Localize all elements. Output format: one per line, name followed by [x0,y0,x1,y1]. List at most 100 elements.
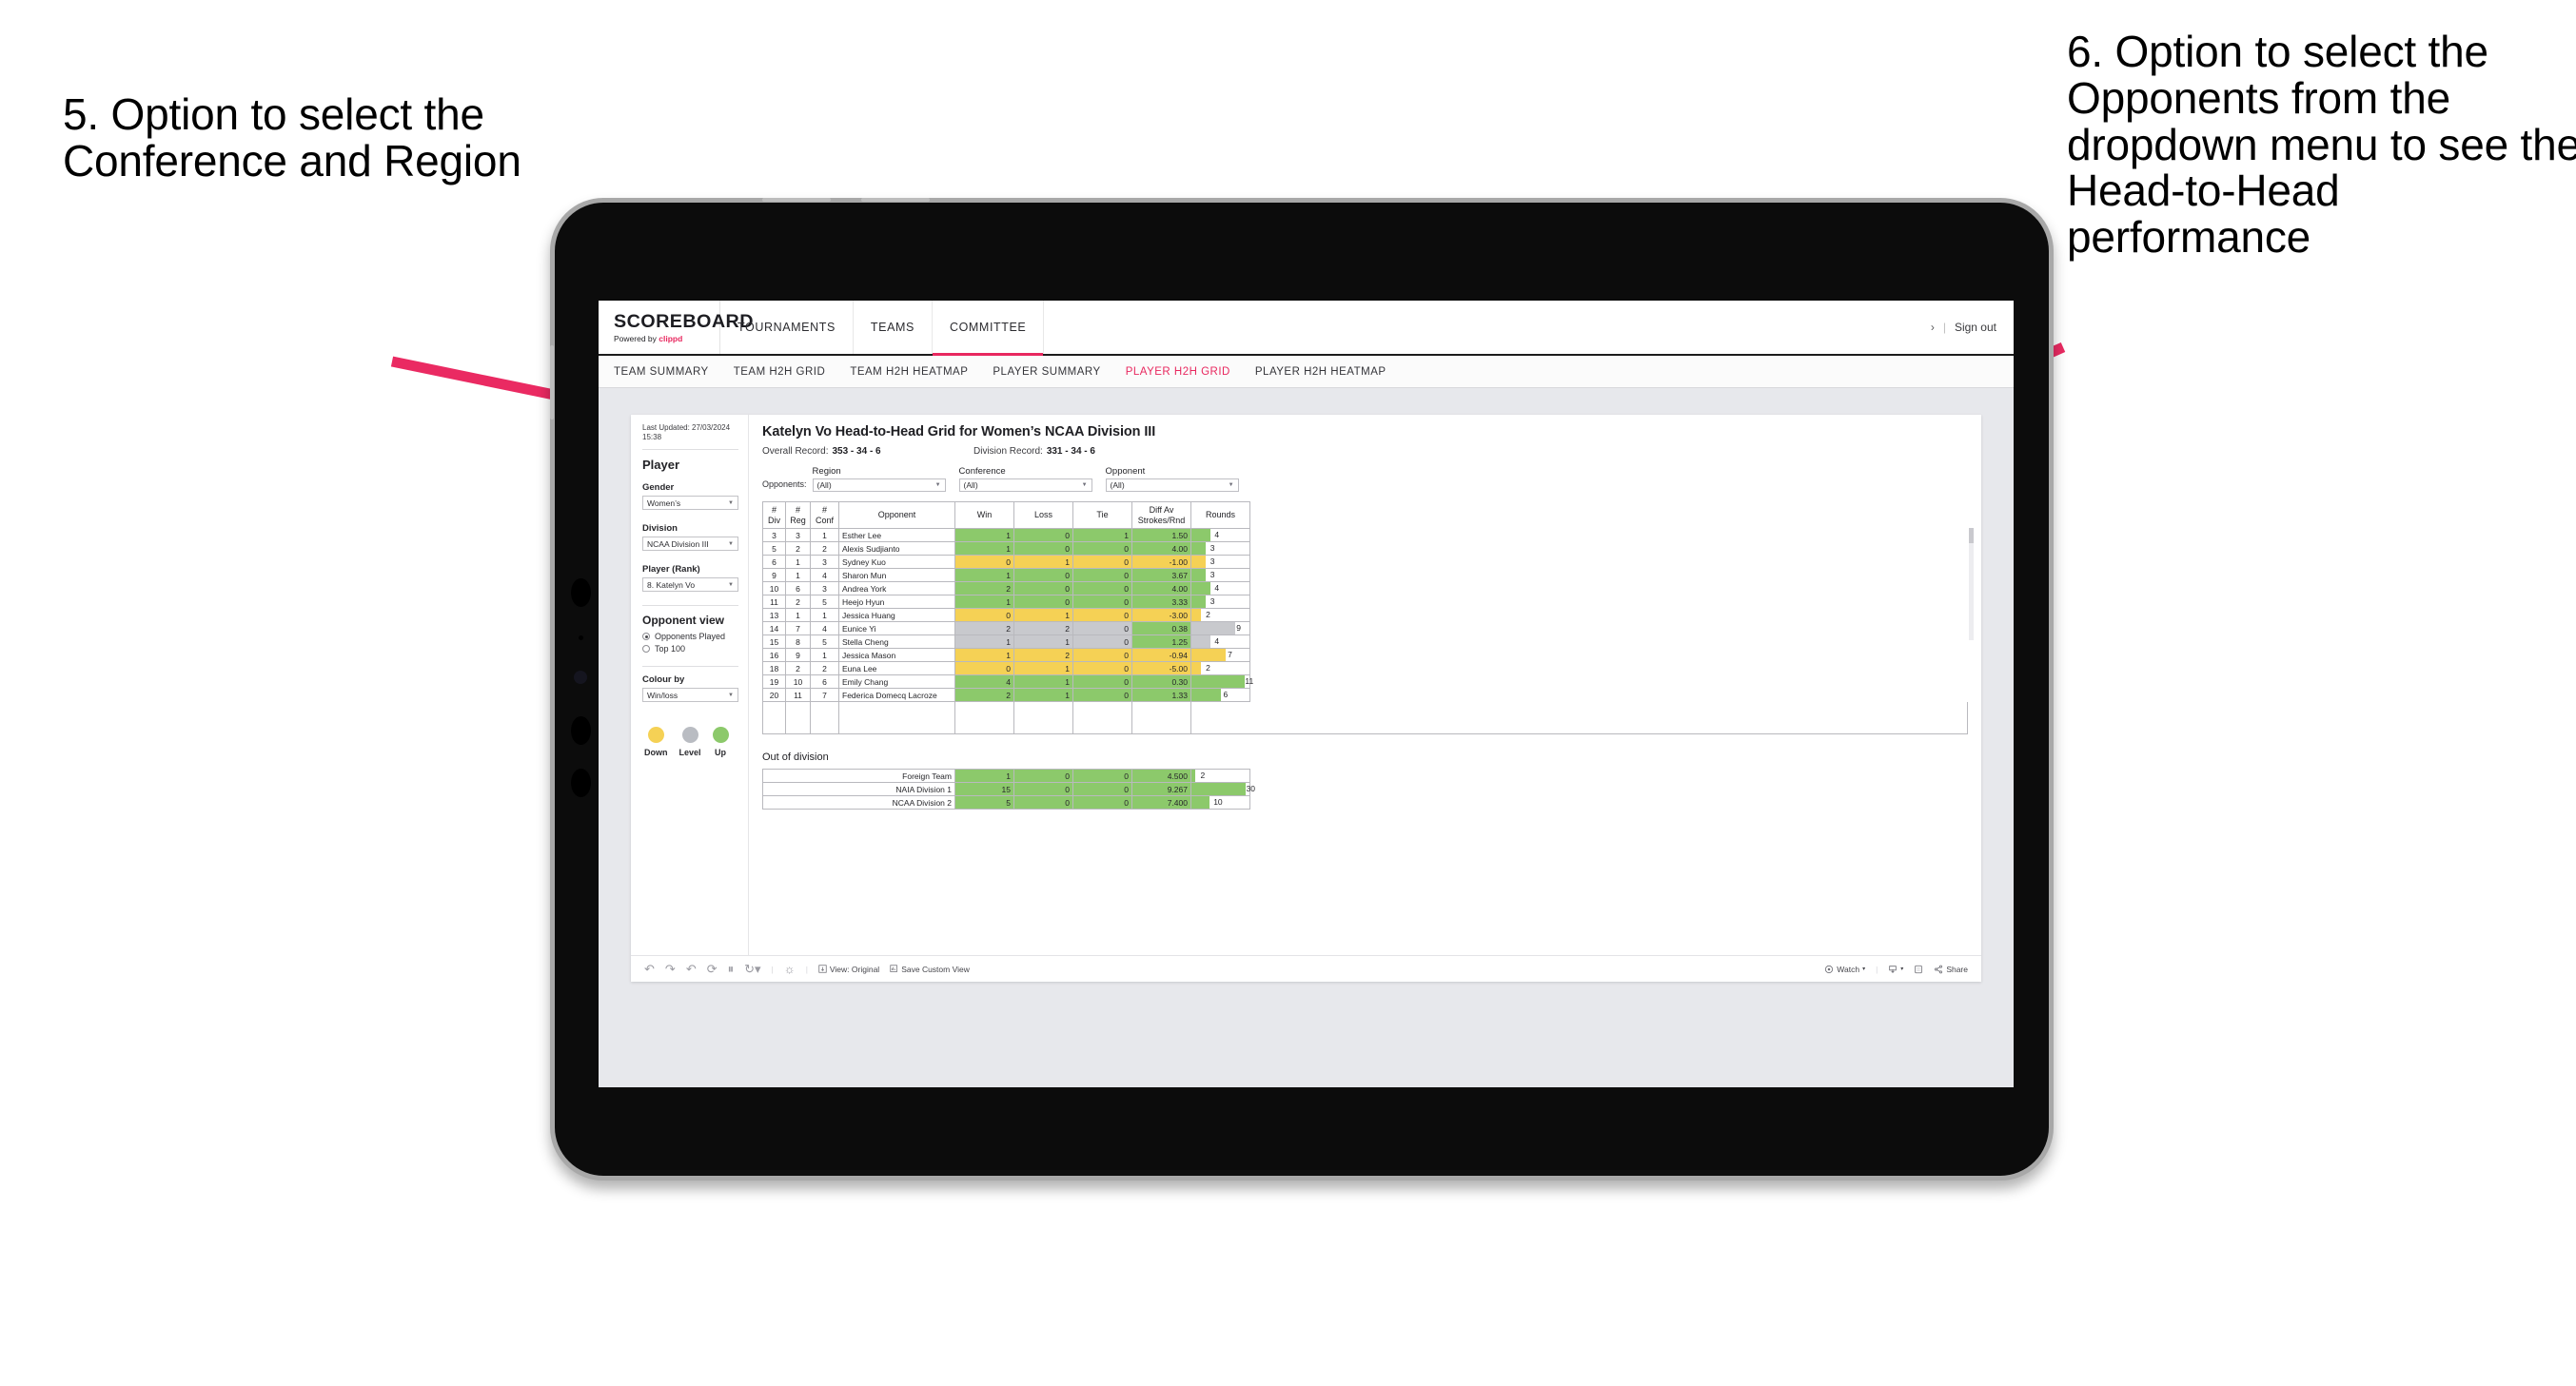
redo-icon[interactable]: ↷ [665,963,676,975]
cell-tie: 0 [1072,688,1132,702]
radio-top-100[interactable]: Top 100 [642,644,738,654]
division-record: Division Record: 331 - 34 - 6 [973,446,1095,457]
fullscreen-button[interactable] [1914,965,1923,974]
chevron-down-icon: ▼ [1228,482,1234,488]
blank-cell [1132,702,1191,733]
share-label: Share [1946,964,1968,974]
table-row[interactable]: 19 10 6 Emily Chang 4 1 0 0.30 11 [762,674,1253,689]
volume-button[interactable] [762,198,831,202]
filter-conference: Conference (All) ▼ [958,466,1092,492]
share-button[interactable]: Share [1934,965,1968,974]
chevron-down-icon: ▼ [728,692,734,698]
world-icon[interactable]: ☼ [784,963,796,975]
table-row[interactable]: 6 1 3 Sydney Kuo 0 1 0 -1.00 3 [762,555,1250,569]
table-row[interactable]: Foreign Team 1 0 0 4.500 2 [762,769,1250,783]
player-rank-label: Player (Rank) [642,564,700,575]
cell-opponent: Jessica Mason [838,648,955,662]
cell-diff: -0.94 [1131,648,1191,662]
cell-rounds: 4 [1190,528,1250,542]
download-button[interactable]: ▾ [1888,965,1903,974]
cell-tie: 0 [1072,674,1132,689]
cell-win: 1 [954,568,1014,582]
cell-conf: 2 [810,661,839,675]
cell-rounds: 3 [1190,541,1250,556]
table-row[interactable]: 18 2 2 Euna Lee 0 1 0 -5.00 2 [762,661,1250,675]
cell-opponent: Euna Lee [838,661,955,675]
table-row[interactable]: NAIA Division 1 15 0 0 9.267 30 [762,782,1255,796]
tab-player-h2h-heatmap[interactable]: PLAYER H2H HEATMAP [1255,366,1386,378]
cell-ood-name: Foreign Team [762,769,955,783]
front-camera-dot [574,671,587,684]
volume-button-secondary[interactable] [861,198,930,202]
cell-reg: 10 [785,674,811,689]
cell-rounds: 30 [1190,782,1255,796]
revert-icon[interactable]: ↶ [686,963,697,975]
tab-team-summary[interactable]: TEAM SUMMARY [614,366,709,378]
refresh-icon[interactable]: ⟳ [707,963,718,975]
cell-tie: 0 [1072,608,1132,622]
cell-loss: 0 [1013,581,1073,595]
chevron-down-icon: ▾ [1862,966,1866,972]
out-of-division-table: Foreign Team 1 0 0 4.500 2 NAIA Division 1 15 0 0… [762,769,1255,810]
cell-diff: 0.30 [1131,674,1191,689]
visualization-panel: Katelyn Vo Head-to-Head Grid for Women’s… [749,415,1981,955]
cell-diff: 9.267 [1131,782,1191,796]
cell-win: 2 [954,621,1014,635]
cell-diff: -1.00 [1131,555,1191,569]
opponent-view-heading: Opponent view [642,614,725,627]
power-button[interactable] [550,345,554,420]
tab-team-h2h-heatmap[interactable]: TEAM H2H HEATMAP [850,366,968,378]
cell-loss: 2 [1013,621,1073,635]
chevron-right-icon[interactable]: › [1931,321,1935,334]
sign-out-button[interactable]: Sign out [1955,321,1996,334]
gender-dropdown[interactable]: Women’s ▼ [642,496,738,510]
table-row[interactable]: 3 3 1 Esther Lee 1 0 1 1.50 4 [762,528,1250,542]
tab-player-summary[interactable]: PLAYER SUMMARY [993,366,1100,378]
region-dropdown[interactable]: (All) ▼ [812,478,946,492]
cell-reg: 2 [785,595,811,609]
undo-icon[interactable]: ↶ [644,963,655,975]
table-row[interactable]: 16 9 1 Jessica Mason 1 2 0 -0.94 7 [762,648,1250,662]
speaker-dot-lower [571,769,591,797]
table-row[interactable]: 14 7 4 Eunice Yi 2 2 0 0.38 9 [762,621,1250,635]
view-original-button[interactable]: View: Original [818,965,879,974]
table-row[interactable]: 15 8 5 Stella Cheng 1 1 0 1.25 4 [762,634,1250,649]
toolbar-separator: | [805,964,808,974]
table-row[interactable]: 20 11 7 Federica Domecq Lacroze 2 1 0 1.33 6 [762,688,1250,702]
blank-cell [811,702,839,733]
colour-by-dropdown[interactable]: Win/loss ▼ [642,688,738,702]
sidebar-divider-1 [642,449,738,450]
cell-conf: 4 [810,568,839,582]
sub-navigation: TEAM SUMMARY TEAM H2H GRID TEAM H2H HEAT… [599,356,2014,388]
sidebar-divider-3 [642,666,738,667]
colour-by-label: Colour by [642,674,685,685]
table-row[interactable]: 10 6 3 Andrea York 2 0 0 4.00 4 [762,581,1250,595]
col-reg: # Reg [785,501,811,529]
save-custom-view-button[interactable]: Save Custom View [890,965,970,974]
grid-scrollbar-thumb[interactable] [1969,528,1974,543]
nav-teams[interactable]: TEAMS [854,301,933,354]
nav-committee[interactable]: COMMITTEE [932,301,1045,356]
table-row[interactable]: 5 2 2 Alexis Sudjianto 1 0 0 4.00 3 [762,541,1250,556]
tab-player-h2h-grid[interactable]: PLAYER H2H GRID [1126,366,1230,378]
table-row[interactable]: 11 2 5 Heejo Hyun 1 0 0 3.33 3 [762,595,1250,609]
watch-button[interactable]: Watch ▾ [1824,965,1865,974]
conference-dropdown[interactable]: (All) ▼ [958,478,1092,492]
tab-team-h2h-grid[interactable]: TEAM H2H GRID [734,366,826,378]
h2h-grid-table: # Div # Reg # Conf Opponent Win Loss Tie Di… [762,501,1253,702]
grid-scrollbar[interactable] [1969,528,1974,640]
radio-opponents-played[interactable]: Opponents Played [642,632,738,641]
brand-logo: SCOREBOARD Powered by clippd [599,301,753,354]
player-rank-dropdown[interactable]: 8. Katelyn Vo ▼ [642,577,738,592]
cell-rounds: 2 [1190,769,1250,783]
opponent-dropdown[interactable]: (All) ▼ [1105,478,1239,492]
header-separator: | [1942,321,1946,334]
division-dropdown[interactable]: NCAA Division III ▼ [642,537,738,551]
table-row[interactable]: 13 1 1 Jessica Huang 0 1 0 -3.00 2 [762,608,1250,622]
table-row[interactable]: 9 1 4 Sharon Mun 1 0 0 3.67 3 [762,568,1250,582]
pause-icon[interactable]: ⏸ [728,963,735,975]
cell-conf: 5 [810,595,839,609]
nav-tournaments[interactable]: TOURNAMENTS [720,301,854,354]
table-row[interactable]: NCAA Division 2 5 0 0 7.400 10 [762,795,1250,810]
zoom-dropdown-icon[interactable]: ↻▾ [744,963,760,975]
